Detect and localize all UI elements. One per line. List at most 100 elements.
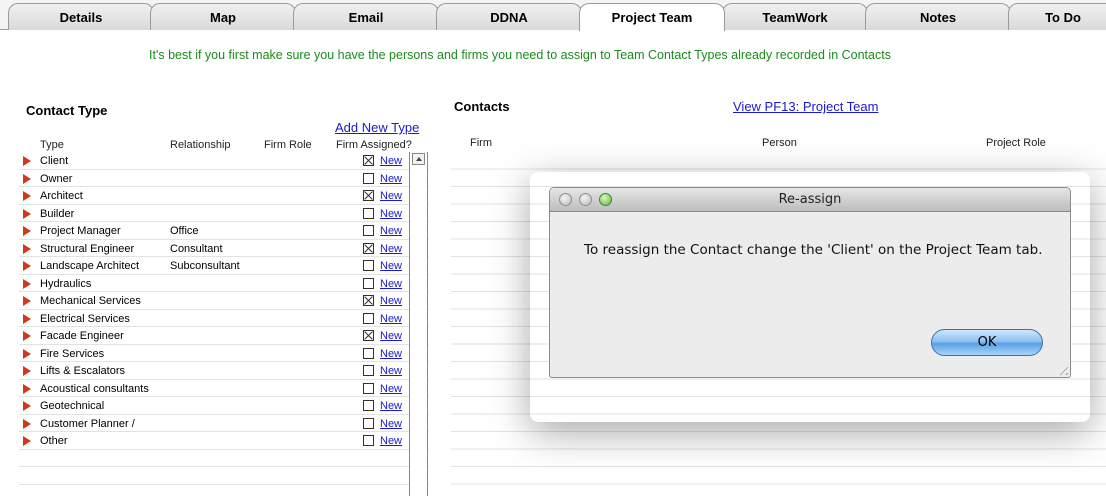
contact-type-name: Hydraulics <box>40 277 92 290</box>
contact-type-name: Geotechnical <box>40 400 105 412</box>
view-project-team-link[interactable]: View PF13: Project Team <box>733 99 878 114</box>
new-contact-link[interactable]: New <box>380 208 402 220</box>
disclosure-triangle-icon[interactable] <box>23 366 31 376</box>
tab-ddna[interactable]: DDNA <box>436 3 582 30</box>
contact-type-heading: Contact Type <box>26 103 108 118</box>
firm-assigned-checkbox[interactable] <box>363 225 374 236</box>
reassign-dialog: Re-assign To reassign the Contact change… <box>549 187 1071 378</box>
ok-button[interactable]: OK <box>931 329 1043 356</box>
dialog-titlebar[interactable]: Re-assign <box>550 188 1070 212</box>
disclosure-triangle-icon[interactable] <box>23 173 31 184</box>
new-contact-link[interactable]: New <box>380 295 402 307</box>
contact-type-row[interactable]: Lifts & Escalators New <box>19 362 429 380</box>
contact-type-row[interactable]: Architect New <box>19 187 429 205</box>
column-header-project-role: Project Role <box>986 137 1046 149</box>
contact-type-row[interactable]: Other New <box>19 432 429 450</box>
empty-row <box>19 485 429 496</box>
contact-type-row[interactable]: Hydraulics New <box>19 275 429 292</box>
firm-assigned-checkbox[interactable] <box>363 295 374 306</box>
new-contact-link[interactable]: New <box>380 190 402 202</box>
contact-type-name: Electrical Services <box>40 312 130 325</box>
disclosure-triangle-icon[interactable] <box>23 401 31 411</box>
tab-project-team[interactable]: Project Team <box>579 3 725 31</box>
firm-assigned-checkbox[interactable] <box>363 400 374 411</box>
contact-type-list: Client New Owner New Architect New Builder New P… <box>19 152 429 496</box>
column-header-type: Type <box>40 139 64 151</box>
firm-assigned-checkbox[interactable] <box>363 417 374 429</box>
contact-type-row[interactable]: Structural Engineer Consultant New <box>19 240 429 257</box>
disclosure-triangle-icon[interactable] <box>23 243 31 254</box>
disclosure-triangle-icon[interactable] <box>23 436 31 446</box>
disclosure-triangle-icon[interactable] <box>23 278 31 289</box>
contact-type-row[interactable]: Facade Engineer New <box>19 327 429 345</box>
empty-row <box>19 467 429 485</box>
column-header-relationship: Relationship <box>170 139 231 151</box>
disclosure-triangle-icon[interactable] <box>23 331 31 341</box>
firm-assigned-checkbox[interactable] <box>363 190 374 201</box>
contact-type-row[interactable]: Mechanical Services New <box>19 292 429 310</box>
firm-assigned-checkbox[interactable] <box>363 365 374 376</box>
tab-to-do[interactable]: To Do <box>1008 3 1106 30</box>
firm-assigned-checkbox[interactable] <box>363 435 374 446</box>
resize-grip-icon[interactable] <box>1056 363 1068 375</box>
contact-type-name: Mechanical Services <box>40 295 141 307</box>
contact-type-row[interactable]: Client New <box>19 152 429 170</box>
contact-type-row[interactable]: Electrical Services New <box>19 310 429 327</box>
new-contact-link[interactable]: New <box>380 383 402 395</box>
new-contact-link[interactable]: New <box>380 313 402 325</box>
contact-type-name: Lifts & Escalators <box>40 365 125 377</box>
firm-assigned-checkbox[interactable] <box>363 155 374 166</box>
disclosure-triangle-icon[interactable] <box>23 418 31 429</box>
new-contact-link[interactable]: New <box>380 225 402 237</box>
scroll-up-arrow-icon[interactable] <box>412 153 425 165</box>
new-contact-link[interactable]: New <box>380 278 402 290</box>
firm-assigned-checkbox[interactable] <box>363 207 374 219</box>
contact-type-row[interactable]: Builder New <box>19 205 429 222</box>
disclosure-triangle-icon[interactable] <box>23 226 31 236</box>
tab-notes[interactable]: Notes <box>865 3 1011 30</box>
new-contact-link[interactable]: New <box>380 243 402 255</box>
firm-assigned-checkbox[interactable] <box>363 242 374 254</box>
new-contact-link[interactable]: New <box>380 418 402 430</box>
tab-details[interactable]: Details <box>8 3 154 30</box>
tab-map[interactable]: Map <box>150 3 296 30</box>
disclosure-triangle-icon[interactable] <box>23 296 31 306</box>
contact-type-scrollbar[interactable] <box>409 152 428 496</box>
column-header-person: Person <box>762 137 797 149</box>
disclosure-triangle-icon[interactable] <box>23 156 31 166</box>
contact-type-name: Architect <box>40 190 83 202</box>
tab-email[interactable]: Email <box>293 3 439 30</box>
disclosure-triangle-icon[interactable] <box>23 313 31 324</box>
tab-teamwork[interactable]: TeamWork <box>722 3 868 30</box>
disclosure-triangle-icon[interactable] <box>23 191 31 201</box>
firm-assigned-checkbox[interactable] <box>363 312 374 324</box>
firm-assigned-checkbox[interactable] <box>363 330 374 341</box>
firm-assigned-checkbox[interactable] <box>363 172 374 184</box>
new-contact-link[interactable]: New <box>380 365 402 377</box>
contact-type-row[interactable]: Acoustical consultants New <box>19 380 429 397</box>
firm-assigned-checkbox[interactable] <box>363 382 374 394</box>
new-contact-link[interactable]: New <box>380 155 402 167</box>
contact-type-row[interactable]: Geotechnical New <box>19 397 429 415</box>
new-contact-link[interactable]: New <box>380 435 402 447</box>
new-contact-link[interactable]: New <box>380 400 402 412</box>
firm-assigned-checkbox[interactable] <box>363 277 374 289</box>
contact-type-row[interactable]: Owner New <box>19 170 429 187</box>
new-contact-link[interactable]: New <box>380 173 402 185</box>
new-contact-link[interactable]: New <box>380 260 402 272</box>
contact-type-row[interactable]: Landscape Architect Subconsultant New <box>19 257 429 275</box>
dialog-message: To reassign the Contact change the 'Clie… <box>584 242 1043 258</box>
disclosure-triangle-icon[interactable] <box>23 261 31 271</box>
contact-type-row[interactable]: Fire Services New <box>19 345 429 362</box>
disclosure-triangle-icon[interactable] <box>23 208 31 219</box>
firm-assigned-checkbox[interactable] <box>363 347 374 359</box>
add-new-type-link[interactable]: Add New Type <box>335 120 419 135</box>
contact-type-row[interactable]: Project Manager Office New <box>19 222 429 240</box>
disclosure-triangle-icon[interactable] <box>23 383 31 394</box>
firm-assigned-checkbox[interactable] <box>363 260 374 271</box>
contact-type-name: Facade Engineer <box>40 330 124 342</box>
disclosure-triangle-icon[interactable] <box>23 348 31 359</box>
new-contact-link[interactable]: New <box>380 330 402 342</box>
contact-type-row[interactable]: Customer Planner / New <box>19 415 429 432</box>
new-contact-link[interactable]: New <box>380 348 402 360</box>
